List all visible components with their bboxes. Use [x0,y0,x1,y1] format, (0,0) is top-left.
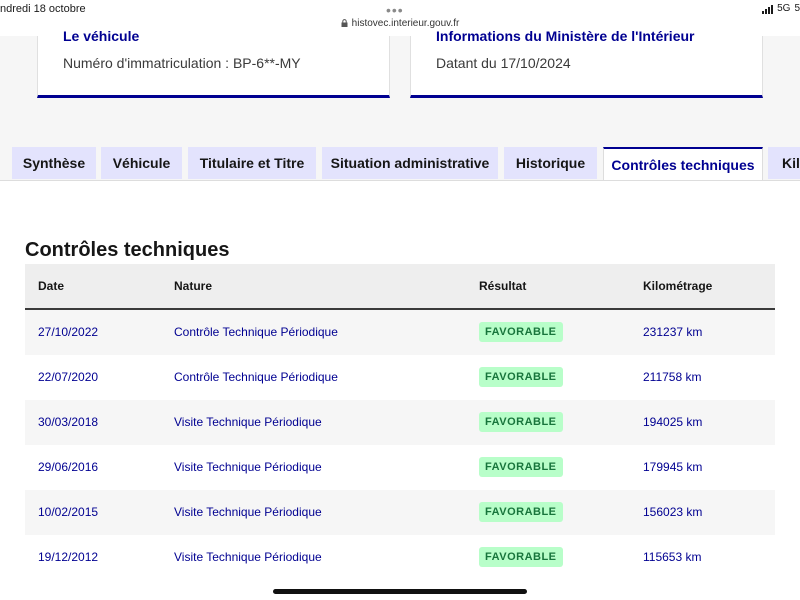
section-title: Contrôles techniques [25,239,230,261]
cell-km: 156023 km [643,505,703,519]
registration-number: Numéro d'immatriculation : BP-6**-MY [63,55,301,71]
vehicle-card-title: Le véhicule [63,28,140,44]
cell-date: 29/06/2016 [38,460,99,474]
info-cards: Le véhicule Numéro d'immatriculation : B… [0,28,800,100]
status-right: 5G 5 [762,3,800,14]
table-row: 10/02/2015 Visite Technique Périodique F… [25,490,775,535]
result-badge: FAVORABLE [479,367,563,387]
more-dots-icon[interactable]: ••• [386,2,404,18]
tab-historique[interactable]: Historique [504,147,597,179]
tab-bar: Synthèse Véhicule Titulaire et Titre Sit… [0,147,800,181]
header-km: Kilométrage [643,279,713,293]
table-row: 27/10/2022 Contrôle Technique Périodique… [25,310,775,355]
cell-km: 115653 km [643,550,702,564]
home-indicator[interactable] [273,589,527,594]
cell-date: 19/12/2012 [38,550,99,564]
network-label: 5G [777,3,791,14]
cell-nature: Contrôle Technique Périodique [174,370,338,384]
header-result: Résultat [479,279,527,293]
battery-fragment: 5 [794,3,800,14]
tab-vehicule[interactable]: Véhicule [101,147,182,179]
cell-km: 231237 km [643,325,703,339]
tab-controles-techniques[interactable]: Contrôles techniques [603,147,763,181]
cell-date: 27/10/2022 [38,325,99,339]
table-header: Date Nature Résultat Kilométrage [25,264,775,310]
cell-date: 22/07/2020 [38,370,99,384]
result-badge: FAVORABLE [479,412,563,432]
table-row: 22/07/2020 Contrôle Technique Périodique… [25,355,775,400]
ministry-card-title: Informations du Ministère de l'Intérieur [436,28,695,44]
data-date: Datant du 17/10/2024 [436,55,571,71]
result-badge: FAVORABLE [479,322,563,342]
table-row: 30/03/2018 Visite Technique Périodique F… [25,400,775,445]
cell-nature: Contrôle Technique Périodique [174,325,338,339]
header-date: Date [38,279,65,293]
cell-km: 194025 km [643,415,703,429]
tab-situation-administrative[interactable]: Situation administrative [322,147,498,179]
tab-panel: Contrôles techniques Date Nature Résulta… [0,180,800,600]
ministry-card: Informations du Ministère de l'Intérieur… [410,28,763,98]
result-badge: FAVORABLE [479,502,563,522]
cell-date: 10/02/2015 [38,505,99,519]
lock-icon [341,19,348,27]
cell-nature: Visite Technique Périodique [174,415,322,429]
cell-km: 179945 km [643,460,703,474]
cell-km: 211758 km [643,370,702,384]
status-date: ndredi 18 octobre [0,3,86,15]
result-badge: FAVORABLE [479,547,563,567]
header-nature: Nature [174,279,213,293]
tab-kilometrage[interactable]: Kilo [768,147,800,179]
controls-table: Date Nature Résultat Kilométrage 27/10/2… [25,264,775,580]
cell-nature: Visite Technique Périodique [174,505,322,519]
result-badge: FAVORABLE [479,457,563,477]
tab-synthese[interactable]: Synthèse [12,147,96,179]
cell-date: 30/03/2018 [38,415,99,429]
signal-icon [762,5,774,14]
cell-nature: Visite Technique Périodique [174,460,322,474]
vehicle-card: Le véhicule Numéro d'immatriculation : B… [37,28,390,98]
table-row: 19/12/2012 Visite Technique Périodique F… [25,535,775,580]
table-row: 29/06/2016 Visite Technique Périodique F… [25,445,775,490]
cell-nature: Visite Technique Périodique [174,550,322,564]
tab-titulaire-titre[interactable]: Titulaire et Titre [188,147,316,179]
